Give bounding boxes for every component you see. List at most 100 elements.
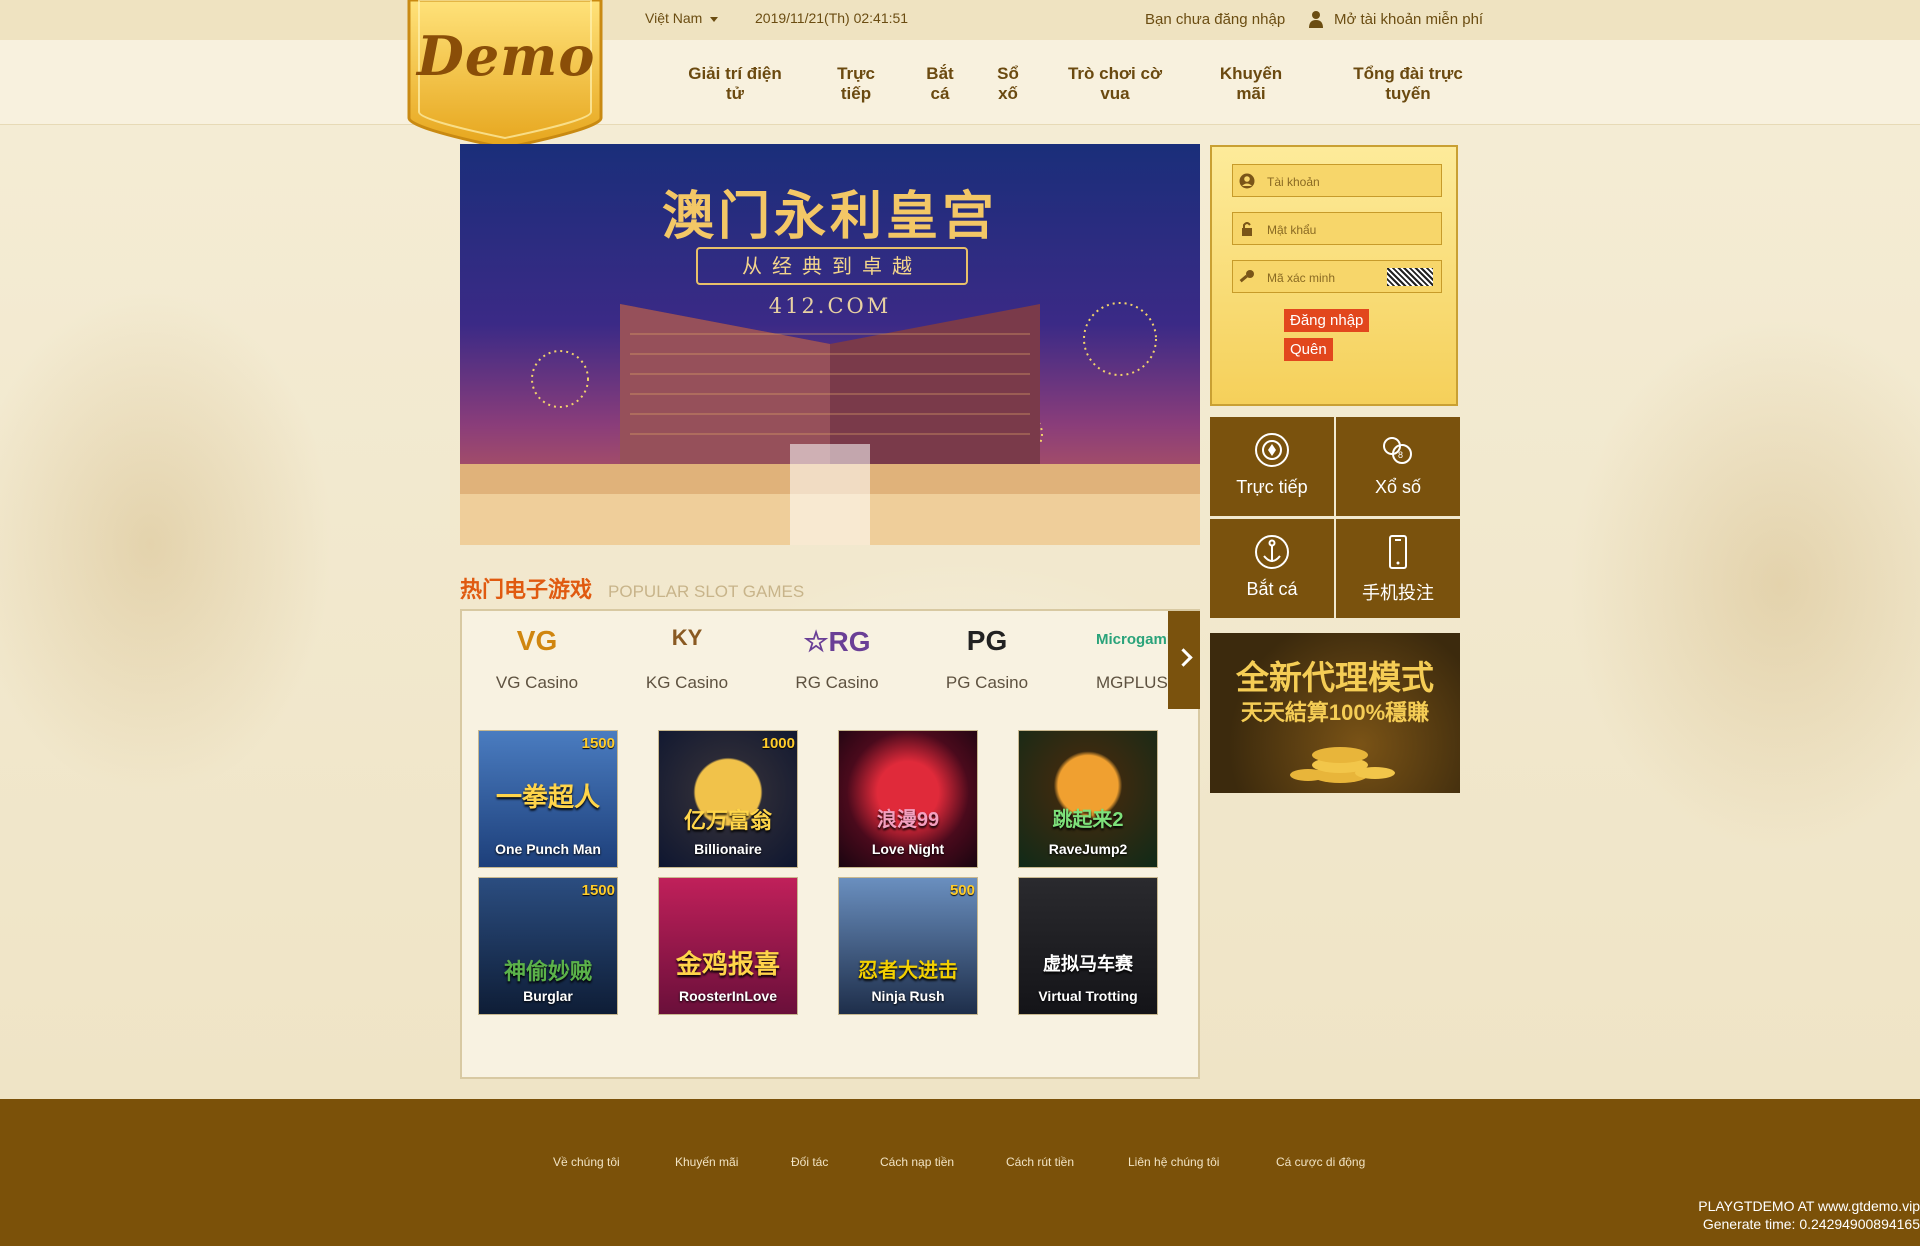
provider-carousel: VG VG Casino KY KG Casino ☆RG RG Casino … — [462, 611, 1168, 709]
footer-link-deposit[interactable]: Cách nạp tiền — [880, 1155, 954, 1169]
provider-vg[interactable]: VG VG Casino — [462, 611, 612, 709]
nav-item-promotions[interactable]: Khuyến mãi — [1210, 64, 1292, 104]
banner-subtitle: 从经典到卓越 — [696, 247, 968, 285]
nav-label: vua — [1100, 84, 1130, 103]
captcha-placeholder: Mã xác minh — [1267, 271, 1336, 285]
game-card-billionaire[interactable]: 1000 亿万富翁 Billionaire — [658, 730, 798, 868]
game-card-one-punch-man[interactable]: 1500 一拳超人 One Punch Man — [478, 730, 618, 868]
nav-item-fishing[interactable]: Bắt cá — [915, 64, 965, 104]
forgot-button[interactable]: Quên — [1284, 338, 1333, 361]
game-art-title: 忍者大进击 — [858, 960, 958, 982]
provider-mgplus[interactable]: Microgaming MGPLUS Casino — [1062, 611, 1168, 709]
game-name: Burglar — [523, 988, 573, 1004]
game-art-title: 神偷妙贼 — [503, 959, 592, 984]
game-card-burglar[interactable]: 1500 神偷妙贼 Burglar — [478, 877, 618, 1015]
game-name: RaveJump2 — [1048, 841, 1128, 857]
game-name: Virtual Trotting — [1038, 988, 1138, 1004]
footer-link-mobile[interactable]: Cá cược di động — [1276, 1155, 1365, 1169]
tile-live[interactable]: Trực tiếp — [1210, 417, 1334, 516]
tile-label: Trực tiếp — [1236, 477, 1308, 497]
tile-fishing[interactable]: Bắt cá — [1210, 519, 1334, 618]
user-circle-icon — [1239, 173, 1255, 189]
nav-label: Khuyến — [1219, 64, 1283, 83]
server-datetime: 2019/11/21(Th) 02:41:51 — [755, 10, 909, 26]
provider-rg[interactable]: ☆RG RG Casino — [762, 611, 912, 709]
provider-logo: KY — [671, 625, 703, 650]
nav-label: Tổng đài trực — [1353, 64, 1463, 83]
nav-label: mãi — [1236, 84, 1266, 103]
tile-label: Xổ số — [1374, 477, 1422, 497]
slot-heading-cn: 热门电子游戏 — [460, 577, 593, 602]
password-placeholder: Mật khẩu — [1267, 223, 1317, 237]
game-card-rooster-in-love[interactable]: 金鸡报喜 RoosterInLove — [658, 877, 798, 1015]
nav-label: xố — [998, 84, 1018, 103]
password-field[interactable]: Mật khẩu — [1232, 212, 1442, 245]
footer-link-partners[interactable]: Đối tác — [791, 1155, 828, 1169]
provider-kg[interactable]: KY KG Casino — [612, 611, 762, 709]
hero-banner[interactable]: 澳门永利皇宫 从经典到卓越 412.COM — [460, 144, 1200, 545]
provider-name: PG Casino — [945, 673, 1029, 692]
footer-credit: PLAYGTDEMO AT www.gtdemo.vip Generate ti… — [1698, 1197, 1920, 1233]
chevron-right-icon — [1174, 648, 1193, 667]
username-field[interactable]: Tài khoản — [1232, 164, 1442, 197]
provider-next-button[interactable] — [1168, 611, 1200, 709]
nav-label: Giải trí điện — [688, 64, 782, 83]
login-button[interactable]: Đăng nhập — [1284, 309, 1370, 332]
footer-link-promotions[interactable]: Khuyến mãi — [675, 1155, 738, 1169]
nav-item-board-games[interactable]: Trò chơi cờ vua — [1060, 64, 1170, 104]
language-select[interactable]: Việt Nam — [645, 10, 719, 26]
nav-item-live[interactable]: Trực tiếp — [828, 64, 884, 104]
game-card-ninja-rush[interactable]: 500 忍者大进击 Ninja Rush — [838, 877, 978, 1015]
captcha-image[interactable] — [1387, 268, 1433, 286]
register-label: Mở tài khoản miễn phí — [1334, 11, 1484, 28]
footer: Về chúng tôi Khuyến mãi Đối tác Cách nạp… — [0, 1099, 1920, 1246]
top-bar: Việt Nam 2019/11/21(Th) 02:41:51 Bạn chư… — [0, 0, 1920, 41]
game-name: Billionaire — [694, 841, 762, 857]
nav-item-electronic-games[interactable]: Giải trí điện tử — [685, 64, 785, 104]
nav-label: tử — [726, 84, 744, 103]
game-badge: 1000 — [761, 735, 795, 752]
footer-link-contact[interactable]: Liên hệ chúng tôi — [1128, 1155, 1219, 1169]
poker-chip-icon — [1255, 433, 1289, 467]
captcha-field[interactable]: Mã xác minh — [1232, 260, 1442, 293]
nav-item-support[interactable]: Tổng đài trực tuyến — [1340, 64, 1476, 104]
game-name: Love Night — [871, 841, 945, 857]
nav-label: tiếp — [840, 84, 872, 103]
provider-name: VG Casino — [495, 673, 579, 692]
game-badge: 1500 — [581, 882, 615, 899]
tile-lottery[interactable]: 8 Xổ số — [1336, 417, 1460, 516]
game-card-ravejump2[interactable]: 跳起来2 RaveJump2 — [1018, 730, 1158, 868]
chevron-down-icon — [710, 16, 719, 22]
footer-link-withdraw[interactable]: Cách rút tiền — [1006, 1155, 1074, 1169]
slot-section-heading: 热门电子游戏 POPULAR SLOT GAMES — [460, 572, 804, 604]
username-placeholder: Tài khoản — [1267, 175, 1320, 189]
agent-promo-banner[interactable]: 全新代理模式 天天結算100%穩賺 — [1210, 633, 1460, 793]
site-logo[interactable]: Demo — [405, 0, 605, 150]
tile-mobile[interactable]: 手机投注 — [1336, 519, 1460, 618]
anchor-icon — [1255, 535, 1289, 569]
tile-label: 手机投注 — [1362, 583, 1434, 603]
tile-label: Bắt cá — [1246, 579, 1298, 599]
mobile-phone-icon — [1389, 535, 1407, 569]
banner-title: 澳门永利皇宫 — [661, 186, 998, 247]
provider-logo: ☆RG — [803, 626, 871, 657]
register-link[interactable]: Mở tài khoản miễn phí — [1308, 11, 1483, 28]
game-art-title: 亿万富翁 — [683, 808, 772, 833]
footer-link-about[interactable]: Về chúng tôi — [553, 1155, 620, 1169]
provider-logo: PG — [966, 625, 1008, 656]
game-card-love-night[interactable]: 浪漫99 Love Night — [838, 730, 978, 868]
provider-name: KG Casino — [645, 673, 729, 692]
game-art-title: 虚拟马车赛 — [1043, 954, 1133, 974]
lock-icon — [1242, 222, 1252, 236]
language-label: Việt Nam — [645, 10, 703, 26]
nav-item-lottery[interactable]: Sổ xố — [991, 64, 1025, 104]
game-name: Ninja Rush — [871, 988, 945, 1004]
game-card-virtual-trotting[interactable]: 虚拟马车赛 Virtual Trotting — [1018, 877, 1158, 1015]
nav-label: cá — [930, 84, 950, 103]
main-nav: Giải trí điện tử Trực tiếp Bắt cá Sổ xố Trò … — [0, 40, 1920, 125]
provider-pg[interactable]: PG PG Casino — [912, 611, 1062, 709]
nav-label: Trò chơi cờ — [1067, 64, 1163, 83]
banner-domain: 412.COM — [768, 294, 892, 318]
login-panel: Tài khoản Mật khẩu Mã xác minh Đăng nhập… — [1210, 145, 1458, 406]
game-badge: 1500 — [581, 735, 615, 752]
